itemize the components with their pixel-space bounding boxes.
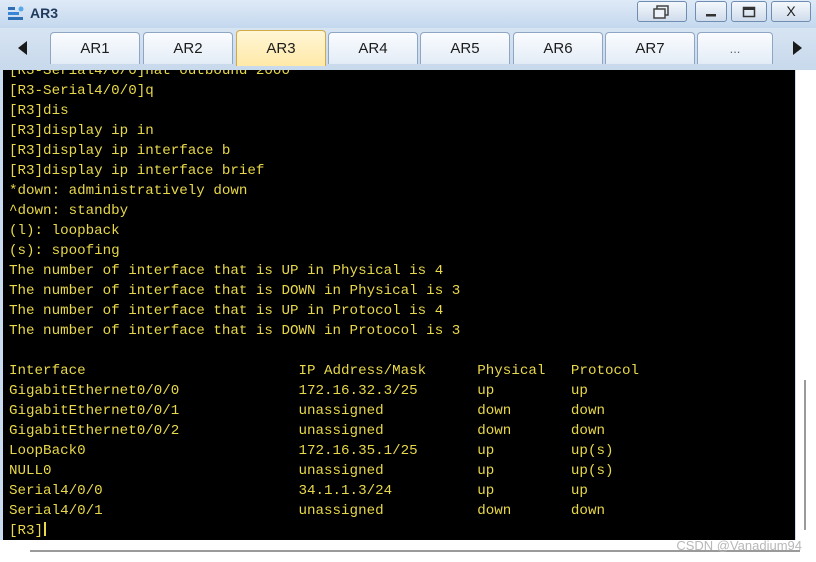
tab-ar2[interactable]: AR2: [143, 32, 233, 64]
interface-row: Serial4/0/0 34.1.1.3/24 up up: [9, 483, 588, 499]
command-prompt: [R3]: [9, 523, 44, 539]
tab-ar5[interactable]: AR5: [420, 32, 510, 64]
router-app-icon: [8, 6, 24, 20]
terminal-output: [R3-Serial4/0/0]nat outbound 2000 [R3-Se…: [9, 70, 639, 540]
terminal-line: [R3-Serial4/0/0]nat outbound 2000: [9, 70, 290, 79]
title-bar[interactable]: AR3 X: [0, 0, 816, 28]
terminal-window: AR3 X AR1 AR2 AR3 AR4 AR5 AR6 AR7 ... [R…: [0, 0, 816, 562]
terminal-line: [R3]display ip in: [9, 123, 154, 139]
close-button[interactable]: X: [771, 1, 811, 22]
interface-row: LoopBack0 172.16.35.1/25 up up(s): [9, 443, 614, 459]
tab-label: AR7: [635, 40, 665, 57]
terminal-line: [R3-Serial4/0/0]q: [9, 83, 154, 99]
triangle-left-icon: [18, 41, 27, 55]
tab-label: AR1: [80, 40, 110, 57]
terminal-line: *down: administratively down: [9, 183, 248, 199]
window-title: AR3: [30, 5, 59, 21]
tab-ar1[interactable]: AR1: [50, 32, 140, 64]
restore-button[interactable]: [637, 1, 687, 22]
device-tab-strip: AR1 AR2 AR3 AR4 AR5 AR6 AR7 ...: [0, 28, 816, 70]
interface-row: GigabitEthernet0/0/0 172.16.32.3/25 up u…: [9, 383, 588, 399]
tab-label: AR6: [543, 40, 573, 57]
tab-label: ...: [729, 41, 741, 56]
tab-ar6[interactable]: AR6: [513, 32, 603, 64]
restore-icon: [653, 4, 669, 19]
interface-row: GigabitEthernet0/0/2 unassigned down dow…: [9, 423, 605, 439]
scroll-tabs-right-button[interactable]: [784, 32, 810, 64]
text-cursor: [44, 522, 47, 536]
vertical-scroll-thumb[interactable]: [804, 380, 806, 530]
tab-more[interactable]: ...: [697, 32, 773, 64]
terminal-line: [R3]dis: [9, 103, 69, 119]
interface-row: Serial4/0/1 unassigned down down: [9, 503, 605, 519]
minimize-icon: [706, 13, 716, 16]
interface-row: NULL0 unassigned up up(s): [9, 463, 614, 479]
terminal-console[interactable]: [R3-Serial4/0/0]nat outbound 2000 [R3-Se…: [3, 70, 795, 540]
terminal-line: [R3]display ip interface b: [9, 143, 231, 159]
maximize-button[interactable]: [731, 1, 767, 22]
terminal-line: (s): spoofing: [9, 243, 120, 259]
terminal-line: The number of interface that is UP in Ph…: [9, 263, 444, 279]
tab-ar7[interactable]: AR7: [605, 32, 695, 64]
command-prompt-line[interactable]: [R3]: [9, 521, 639, 540]
interface-table-header: Interface IP Address/Mask Physical Proto…: [9, 363, 640, 379]
tab-label: AR2: [173, 40, 203, 57]
tab-ar3[interactable]: AR3: [236, 30, 326, 66]
interface-row: GigabitEthernet0/0/1 unassigned down dow…: [9, 403, 605, 419]
vertical-scrollbar[interactable]: [796, 70, 816, 540]
tab-label: AR3: [266, 40, 296, 57]
tab-label: AR4: [358, 40, 388, 57]
tab-ar4[interactable]: AR4: [328, 32, 418, 64]
terminal-line: (l): loopback: [9, 223, 120, 239]
scroll-tabs-left-button[interactable]: [10, 32, 36, 64]
minimize-button[interactable]: [695, 1, 727, 22]
terminal-line: [R3]display ip interface brief: [9, 163, 265, 179]
maximize-icon: [742, 6, 756, 17]
triangle-right-icon: [793, 41, 802, 55]
terminal-line: ^down: standby: [9, 203, 129, 219]
terminal-line: The number of interface that is DOWN in …: [9, 283, 461, 299]
close-icon: X: [786, 3, 796, 19]
terminal-line: The number of interface that is DOWN in …: [9, 323, 461, 339]
watermark: CSDN @Vanadium94: [676, 538, 802, 553]
tab-label: AR5: [450, 40, 480, 57]
terminal-line: The number of interface that is UP in Pr…: [9, 303, 444, 319]
